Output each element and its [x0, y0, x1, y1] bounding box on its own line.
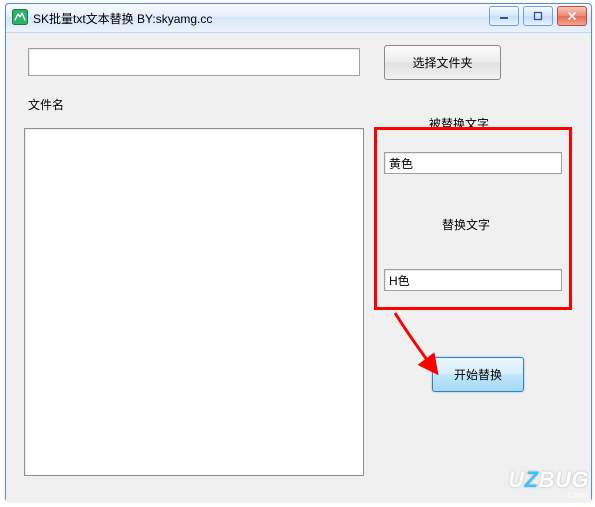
filename-label: 文件名: [28, 96, 64, 113]
minimize-button[interactable]: [489, 6, 519, 26]
canvas: SK批量txt文本替换 BY:skyamg.cc: [0, 0, 595, 507]
select-folder-label: 选择文件夹: [412, 54, 472, 71]
window-title: SK批量txt文本替换 BY:skyamg.cc: [33, 10, 212, 27]
watermark-line2: .com: [508, 491, 589, 501]
maximize-button[interactable]: [523, 6, 553, 26]
watermark-line1: UZBUG: [508, 469, 589, 491]
app-icon: [12, 9, 28, 25]
folder-path-input[interactable]: [28, 48, 360, 76]
select-folder-button[interactable]: 选择文件夹: [384, 45, 501, 80]
replace-from-input[interactable]: [384, 152, 562, 174]
close-icon: [567, 11, 577, 21]
replace-with-label: 替换文字: [442, 216, 490, 233]
app-window: SK批量txt文本替换 BY:skyamg.cc: [5, 3, 592, 502]
window-controls: [489, 6, 587, 26]
start-replace-label: 开始替换: [454, 366, 502, 383]
minimize-icon: [499, 11, 509, 21]
maximize-icon: [533, 11, 543, 21]
start-replace-button[interactable]: 开始替换: [432, 357, 524, 392]
titlebar: SK批量txt文本替换 BY:skyamg.cc: [6, 4, 591, 33]
watermark: UZBUG .com: [508, 469, 589, 501]
client-area: 选择文件夹 文件名 被替换文字 替换文字 开始替换: [6, 33, 591, 502]
file-list[interactable]: [24, 128, 364, 476]
replace-to-input[interactable]: [384, 269, 562, 291]
close-button[interactable]: [557, 6, 587, 26]
